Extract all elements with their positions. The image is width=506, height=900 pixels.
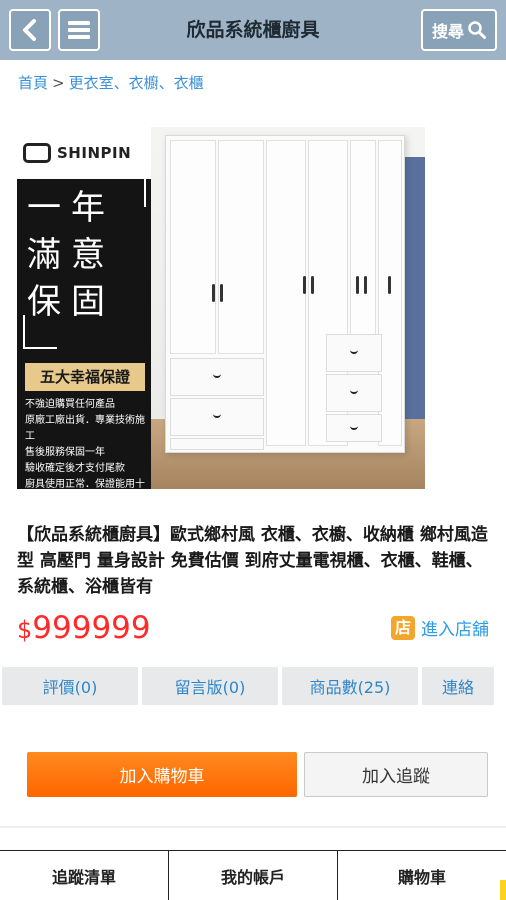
chevron-left-icon — [23, 19, 36, 41]
promise-line: 不強迫購買任何產品 — [25, 399, 115, 410]
tab-message-board[interactable]: 留言版(0) — [142, 667, 278, 705]
slogan-line: 一年 — [27, 188, 115, 228]
promise-line: 驗收確定後才支付尾款 — [25, 463, 125, 474]
price-value: 999999 — [32, 610, 151, 646]
bottom-accent — [500, 880, 506, 900]
page-title: 欣品系統櫃廚具 — [186, 19, 320, 41]
warranty-slogan: 一年 滿意 保固 — [27, 185, 143, 326]
divider — [0, 826, 506, 828]
guarantee-label: 五大幸福保證 — [25, 363, 145, 391]
slogan-line: 滿意 — [27, 235, 115, 275]
currency-symbol: $ — [17, 616, 33, 644]
promise-line: 廚具使用正常．保證能用十年 — [25, 479, 145, 489]
brand-name: SHINPIN — [57, 144, 132, 162]
nav-my-account[interactable]: 我的帳戶 — [169, 851, 338, 900]
product-title: 【欣品系統櫃廚具】歐式鄉村風 衣櫃、衣櫥、收納櫃 鄉村風造型 高壓門 量身設計 … — [17, 525, 488, 597]
bottom-nav: 追蹤清單 我的帳戶 購物車 — [0, 850, 506, 900]
breadcrumb-home-link[interactable]: 首頁 — [18, 74, 48, 92]
promise-line: 原廠工廠出貨．專業技術施工 — [25, 415, 145, 442]
frame-corner-bottom — [23, 315, 57, 349]
tab-product-count[interactable]: 商品數(25) — [282, 667, 418, 705]
promise-list: 不強迫購買任何產品 原廠工廠出貨．專業技術施工 售後服務保固一年 驗收確定後才支… — [25, 397, 149, 489]
search-icon — [468, 21, 486, 39]
promise-line: 售後服務保固一年 — [25, 447, 105, 458]
enter-store-label: 進入店舖 — [421, 620, 489, 640]
brand-logo-icon — [23, 143, 51, 163]
product-tabs: 評價(0) 留言版(0) 商品數(25) 連絡 — [0, 667, 506, 705]
tab-reviews[interactable]: 評價(0) — [2, 667, 138, 705]
product-image[interactable]: SHINPIN 一年 滿意 保固 五大幸福保證 不強迫購買任何產品 原廠工廠出貨… — [17, 127, 425, 489]
search-button[interactable]: 搜尋 — [421, 9, 497, 51]
wardrobe-illustration — [165, 135, 405, 453]
nav-shopping-cart[interactable]: 購物車 — [338, 851, 506, 900]
breadcrumb-category-link[interactable]: 更衣室、衣櫥、衣櫃 — [69, 74, 204, 92]
nav-tracking-list[interactable]: 追蹤清單 — [0, 851, 169, 900]
breadcrumb: 首頁 > 更衣室、衣櫥、衣櫃 — [18, 72, 204, 93]
warranty-banner: SHINPIN 一年 滿意 保固 五大幸福保證 不強迫購買任何產品 原廠工廠出貨… — [17, 127, 151, 489]
search-button-label: 搜尋 — [431, 22, 464, 41]
tab-contact[interactable]: 連絡 — [422, 667, 494, 705]
menu-button[interactable] — [58, 9, 100, 51]
add-to-cart-button[interactable]: 加入購物車 — [27, 752, 297, 797]
breadcrumb-separator: > — [52, 74, 65, 92]
enter-store-link[interactable]: 店 進入店舖 — [391, 615, 489, 640]
back-button[interactable] — [9, 9, 51, 51]
app-header: 欣品系統櫃廚具 搜尋 — [0, 0, 506, 60]
add-to-tracking-button[interactable]: 加入追蹤 — [304, 752, 488, 797]
store-icon: 店 — [391, 615, 415, 640]
brand-logo: SHINPIN — [17, 127, 151, 179]
product-price: $999999 — [17, 610, 151, 646]
hamburger-menu-icon — [68, 21, 90, 39]
